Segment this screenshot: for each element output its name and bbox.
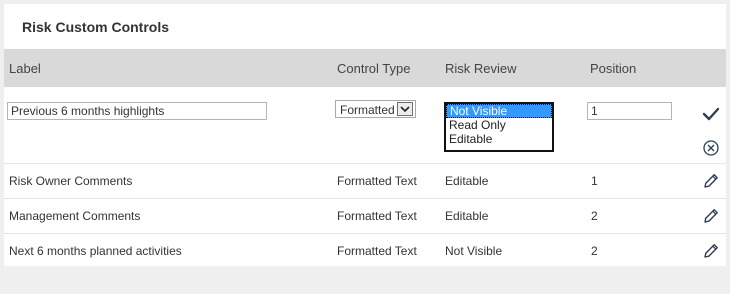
row-risk-review: Editable xyxy=(445,174,489,188)
table-row: Management Comments Formatted Text Edita… xyxy=(4,198,726,234)
row-risk-review: Editable xyxy=(445,209,489,223)
edit-pencil-icon[interactable] xyxy=(702,242,720,260)
column-header-label: Label xyxy=(9,61,41,76)
row-control-type: Formatted Text xyxy=(337,209,417,223)
risk-review-listbox[interactable]: Not Visible Read Only Editable xyxy=(444,102,554,152)
column-header-risk-review: Risk Review xyxy=(445,61,517,76)
control-type-select[interactable]: Formatted Text xyxy=(335,100,416,118)
column-header-control-type: Control Type xyxy=(337,61,411,76)
table-header: Label Control Type Risk Review Position xyxy=(4,49,726,87)
dropdown-button[interactable] xyxy=(397,102,413,116)
row-position: 2 xyxy=(591,209,598,223)
control-type-selected-value: Formatted Text xyxy=(340,103,398,117)
edit-pencil-icon[interactable] xyxy=(702,207,720,225)
checkmark-icon[interactable] xyxy=(702,105,720,123)
position-input[interactable] xyxy=(587,102,672,120)
row-label: Next 6 months planned activities xyxy=(9,244,182,258)
cancel-circle-icon[interactable] xyxy=(702,139,720,157)
row-position: 1 xyxy=(591,174,598,188)
risk-custom-controls-panel: Risk Custom Controls Label Control Type … xyxy=(4,4,726,266)
label-input[interactable] xyxy=(7,102,267,120)
table-row-editing: Formatted Text Not Visible Read Only Edi… xyxy=(4,88,726,164)
row-risk-review: Not Visible xyxy=(445,244,503,258)
table-row: Next 6 months planned activities Formatt… xyxy=(4,233,726,266)
risk-review-option-not-visible[interactable]: Not Visible xyxy=(446,104,552,118)
row-position: 2 xyxy=(591,244,598,258)
risk-review-option-editable[interactable]: Editable xyxy=(446,132,552,146)
row-label: Risk Owner Comments xyxy=(9,174,133,188)
risk-review-option-read-only[interactable]: Read Only xyxy=(446,118,552,132)
row-control-type: Formatted Text xyxy=(337,174,417,188)
edit-pencil-icon[interactable] xyxy=(702,172,720,190)
column-header-position: Position xyxy=(590,61,637,76)
row-label: Management Comments xyxy=(9,209,141,223)
row-control-type: Formatted Text xyxy=(337,244,417,258)
chevron-down-icon xyxy=(400,106,410,113)
table-row: Risk Owner Comments Formatted Text Edita… xyxy=(4,163,726,199)
panel-title: Risk Custom Controls xyxy=(22,19,170,35)
